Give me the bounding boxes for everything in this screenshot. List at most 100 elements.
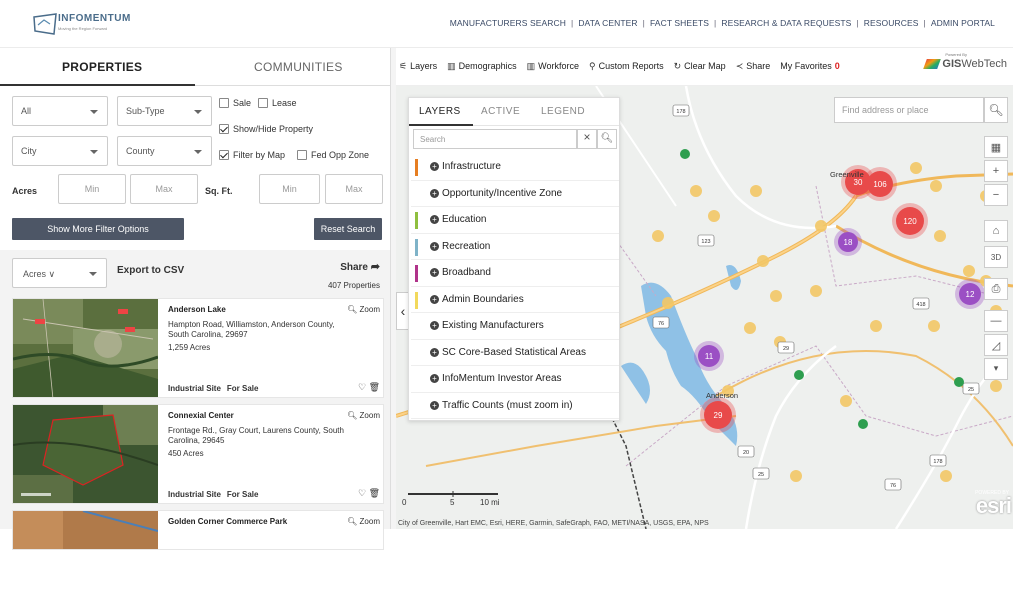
layer-item[interactable]: + Existing Manufacturers bbox=[411, 313, 619, 340]
clear-search-button[interactable]: × bbox=[577, 129, 597, 149]
property-thumbnail[interactable] bbox=[13, 511, 158, 549]
layer-item[interactable]: + Education bbox=[411, 207, 619, 234]
property-marker[interactable] bbox=[940, 470, 952, 482]
clear-map-button[interactable]: ↻ Clear Map bbox=[674, 61, 726, 72]
property-marker[interactable] bbox=[757, 255, 769, 267]
tab-active[interactable]: ACTIVE bbox=[481, 106, 520, 117]
tab-layers[interactable]: LAYERS bbox=[419, 106, 461, 117]
reset-search-button[interactable]: Reset Search bbox=[314, 218, 382, 240]
acres-min-input[interactable]: Min bbox=[58, 174, 126, 204]
basemap-gallery-button[interactable]: ▦ bbox=[984, 136, 1008, 158]
show-more-filters-button[interactable]: Show More Filter Options bbox=[12, 218, 184, 240]
sqft-max-input[interactable]: Max bbox=[325, 174, 383, 204]
property-marker[interactable] bbox=[652, 230, 664, 242]
print-button[interactable]: ⎙ bbox=[984, 278, 1008, 300]
property-card[interactable]: Anderson Lake 🔍︎ Zoom Hampton Road, Will… bbox=[12, 298, 384, 398]
layer-item[interactable]: + Infrastructure bbox=[411, 154, 619, 181]
property-marker[interactable] bbox=[810, 285, 822, 297]
share-map-button[interactable]: ≺ Share bbox=[736, 61, 771, 72]
layer-item[interactable]: + Broadband bbox=[411, 260, 619, 287]
property-marker[interactable] bbox=[840, 395, 852, 407]
layers-button[interactable]: ⚟ Layers bbox=[399, 61, 437, 72]
type-select[interactable]: All bbox=[12, 96, 108, 126]
property-marker[interactable] bbox=[928, 320, 940, 332]
sqft-min-input[interactable]: Min bbox=[259, 174, 320, 204]
zoom-in-button[interactable]: + bbox=[984, 160, 1008, 182]
workforce-button[interactable]: ▥ Workforce bbox=[527, 61, 579, 72]
city-select[interactable]: City bbox=[12, 136, 108, 166]
heart-icon[interactable]: ♡ bbox=[358, 382, 366, 392]
export-csv-link[interactable]: Export to CSV bbox=[117, 265, 184, 276]
nav-admin-portal[interactable]: ADMIN PORTAL bbox=[931, 18, 995, 28]
zoom-button[interactable]: 🔍︎ Zoom bbox=[347, 411, 380, 420]
property-marker[interactable] bbox=[750, 185, 762, 197]
plus-circle-icon: + bbox=[430, 294, 439, 304]
property-marker[interactable] bbox=[662, 297, 674, 309]
layer-item[interactable]: + InfoMentum Investor Areas bbox=[411, 366, 619, 393]
find-address-input[interactable]: Find address or place bbox=[834, 97, 984, 123]
layer-item[interactable]: + SC Core-Based Statistical Areas bbox=[411, 340, 619, 366]
more-tools-button[interactable]: ▾ bbox=[984, 358, 1008, 380]
cluster-count: 106 bbox=[873, 180, 887, 189]
nav-resources[interactable]: RESOURCES bbox=[864, 18, 919, 28]
tab-legend[interactable]: LEGEND bbox=[541, 106, 585, 117]
property-marker[interactable] bbox=[870, 320, 882, 332]
zoom-button[interactable]: 🔍︎ Zoom bbox=[347, 305, 380, 314]
measure-button[interactable]: — bbox=[984, 310, 1008, 332]
property-card[interactable]: Golden Corner Commerce Park 🔍︎ Zoom bbox=[12, 510, 384, 550]
property-marker[interactable] bbox=[930, 180, 942, 192]
my-favorites-button[interactable]: My Favorites 0 bbox=[780, 61, 840, 72]
subtype-select[interactable]: Sub-Type bbox=[117, 96, 212, 126]
nav-fact-sheets[interactable]: FACT SHEETS bbox=[650, 18, 709, 28]
trash-icon[interactable]: 🗑︎ bbox=[369, 488, 380, 498]
sort-select[interactable]: Acres ∨ bbox=[12, 258, 107, 288]
find-address-button[interactable]: 🔍︎ bbox=[984, 97, 1008, 123]
tab-communities[interactable]: COMMUNITIES bbox=[254, 60, 343, 74]
tab-properties[interactable]: PROPERTIES bbox=[62, 60, 142, 74]
zoom-button[interactable]: 🔍︎ Zoom bbox=[347, 517, 380, 526]
layers-list: + Infrastructure + Opportunity/Incentive Zo… bbox=[411, 154, 619, 419]
layer-item[interactable]: + Admin Boundaries bbox=[411, 287, 619, 313]
3d-toggle-button[interactable]: 3D bbox=[984, 246, 1008, 268]
property-marker[interactable] bbox=[690, 185, 702, 197]
fed-opp-zone-checkbox[interactable]: Fed Opp Zone bbox=[297, 150, 369, 160]
property-marker[interactable] bbox=[770, 290, 782, 302]
nav-data-center[interactable]: DATA CENTER bbox=[578, 18, 637, 28]
layers-search-button[interactable]: 🔍︎ bbox=[597, 129, 617, 149]
demographics-button[interactable]: ▥ Demographics bbox=[447, 61, 517, 72]
layer-item[interactable]: + Recreation bbox=[411, 234, 619, 260]
trash-icon[interactable]: 🗑︎ bbox=[369, 382, 380, 392]
nav-manufacturers-search[interactable]: MANUFACTURERS SEARCH bbox=[450, 18, 566, 28]
property-card[interactable]: Connexial Center 🔍︎ Zoom Frontage Rd., G… bbox=[12, 404, 384, 504]
property-marker[interactable] bbox=[990, 380, 1002, 392]
show-hide-property-checkbox[interactable]: Show/Hide Property bbox=[219, 124, 313, 134]
zoom-out-button[interactable]: − bbox=[984, 184, 1008, 206]
home-button[interactable]: ⌂ bbox=[984, 220, 1008, 242]
county-select[interactable]: County bbox=[117, 136, 212, 166]
lease-checkbox[interactable]: Lease bbox=[258, 98, 297, 108]
custom-reports-button[interactable]: ⚲ Custom Reports bbox=[589, 61, 664, 72]
acres-max-input[interactable]: Max bbox=[130, 174, 198, 204]
property-marker[interactable] bbox=[910, 162, 922, 174]
property-marker[interactable] bbox=[708, 210, 720, 222]
property-marker[interactable] bbox=[790, 470, 802, 482]
share-button[interactable]: Share ➦ bbox=[340, 260, 380, 273]
heart-icon[interactable]: ♡ bbox=[358, 488, 366, 498]
infomentum-logo[interactable]: INFOMENTUM Moving the Region Forward bbox=[32, 9, 130, 39]
layer-item[interactable]: + Opportunity/Incentive Zone bbox=[411, 181, 619, 207]
draw-button[interactable]: ◿ bbox=[984, 334, 1008, 356]
workforce-label: Workforce bbox=[538, 61, 579, 71]
property-marker[interactable] bbox=[963, 265, 975, 277]
layer-item[interactable]: + Traffic Counts (must zoom in) bbox=[411, 393, 619, 419]
layers-search-input[interactable]: Search bbox=[413, 129, 577, 149]
sale-checkbox[interactable]: Sale bbox=[219, 98, 251, 108]
property-marker[interactable] bbox=[934, 230, 946, 242]
property-thumbnail[interactable] bbox=[13, 299, 158, 397]
nav-research-requests[interactable]: RESEARCH & DATA REQUESTS bbox=[721, 18, 851, 28]
property-marker[interactable] bbox=[744, 322, 756, 334]
property-thumbnail[interactable] bbox=[13, 405, 158, 503]
road-number: 178 bbox=[933, 459, 942, 465]
filter-by-map-checkbox[interactable]: Filter by Map bbox=[219, 150, 285, 160]
esri-logo[interactable]: esri bbox=[976, 493, 1012, 519]
property-marker[interactable] bbox=[815, 220, 827, 232]
